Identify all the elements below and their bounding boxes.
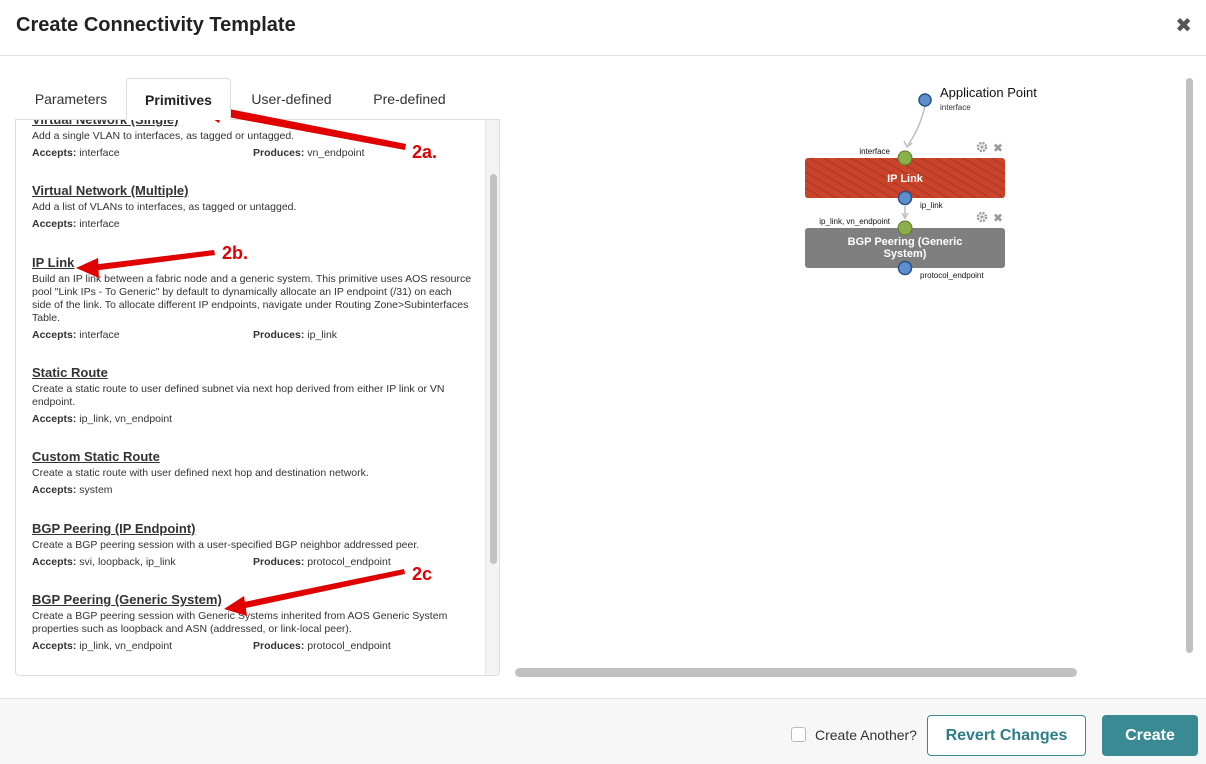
accepts-value: interface (79, 329, 120, 341)
app-point-title: Application Point (940, 85, 1037, 100)
tab-user-defined[interactable]: User-defined (231, 78, 352, 120)
close-icon[interactable]: ✖ (1175, 14, 1192, 38)
bgp-output-label: protocol_endpoint (920, 271, 984, 280)
produces-label: Produces: (253, 556, 305, 568)
primitive-description: Create a BGP peering session with Generi… (32, 610, 448, 635)
primitives-list[interactable]: Virtual Network (Single) Add a single VL… (16, 120, 486, 675)
app-point-port[interactable] (918, 93, 932, 107)
canvas-vertical-scrollbar[interactable] (1186, 78, 1193, 653)
accepts-label: Accepts: (32, 329, 77, 341)
primitive-description: Add a list of VLANs to interfaces, as ta… (32, 201, 297, 213)
accepts-label: Accepts: (32, 218, 77, 230)
primitive-title-ip-link[interactable]: IP Link (32, 254, 74, 271)
gear-icon[interactable] (976, 211, 988, 223)
close-icon[interactable]: ✖ (993, 211, 1003, 225)
list-item: Static Route Create a static route to us… (16, 364, 486, 448)
list-item: Custom Static Route Create a static rout… (16, 448, 486, 520)
produces-value: protocol_endpoint (307, 640, 391, 652)
revert-changes-button[interactable]: Revert Changes (927, 715, 1086, 756)
dialog-header: Create Connectivity Template ✖ (0, 0, 1206, 56)
produces-label: Produces: (253, 147, 305, 159)
gear-icon[interactable] (976, 141, 988, 153)
accepts-label: Accepts: (32, 484, 77, 496)
list-item: BGP Peering (Generic System) Create a BG… (16, 591, 486, 671)
iplink-input-label: interface (859, 147, 890, 156)
create-another-checkbox[interactable] (791, 727, 806, 742)
bgp-input-port[interactable] (897, 220, 913, 236)
iplink-output-label: ip_link (920, 201, 944, 210)
dialog-footer: Create Another? Revert Changes Create (0, 698, 1206, 764)
bgp-output-port[interactable] (897, 260, 913, 276)
accepts-value: system (79, 484, 113, 496)
primitive-meta: Accepts: ip_link, vn_endpoint Produces: … (32, 640, 472, 653)
accepts-label: Accepts: (32, 147, 77, 159)
primitive-meta: Accepts: system (32, 484, 472, 497)
primitive-meta: Accepts: interface (32, 218, 472, 231)
iplink-input-port[interactable] (897, 150, 913, 166)
iplink-node-title: IP Link (887, 173, 924, 185)
produces-value: protocol_endpoint (307, 556, 391, 568)
create-button[interactable]: Create (1102, 715, 1198, 756)
tab-primitives[interactable]: Primitives (126, 78, 231, 120)
accepts-value: interface (79, 147, 120, 159)
primitive-description: Create a BGP peering session with a user… (32, 539, 420, 551)
produces-value: vn_endpoint (307, 147, 365, 159)
primitive-title-static-route[interactable]: Static Route (32, 364, 108, 381)
accepts-value: ip_link, vn_endpoint (79, 413, 173, 425)
produces-label: Produces: (253, 329, 305, 341)
annotation-label-2b: 2b. (222, 243, 249, 263)
bgp-node-title-line1: BGP Peering (Generic (848, 236, 963, 248)
create-another-label[interactable]: Create Another? (815, 727, 917, 743)
accepts-value: svi, loopback, ip_link (79, 556, 176, 568)
iplink-output-port[interactable] (897, 190, 913, 206)
tab-pre-defined[interactable]: Pre-defined (352, 78, 467, 120)
primitive-title-bgp-generic-system[interactable]: BGP Peering (Generic System) (32, 591, 222, 608)
close-icon[interactable]: ✖ (993, 141, 1003, 155)
primitive-meta: Accepts: interface Produces: vn_endpoint (32, 147, 472, 160)
accepts-label: Accepts: (32, 556, 77, 568)
edge-app-to-iplink (907, 105, 926, 146)
primitive-description: Add a single VLAN to interfaces, as tagg… (32, 130, 295, 142)
produces-value: ip_link (307, 329, 338, 341)
produces-label: Produces: (253, 640, 305, 652)
list-item: Virtual Network (Multiple) Add a list of… (16, 182, 486, 254)
tab-parameters[interactable]: Parameters (16, 78, 126, 120)
bgp-node-title-line2: System) (884, 248, 927, 260)
list-scrollbar[interactable] (485, 120, 499, 675)
accepts-value: interface (79, 218, 120, 230)
primitive-meta: Accepts: svi, loopback, ip_link Produces… (32, 556, 472, 569)
list-item: IP Link Build an IP link between a fabri… (16, 254, 486, 364)
dialog-title: Create Connectivity Template (16, 14, 296, 36)
accepts-label: Accepts: (32, 640, 77, 652)
primitive-meta: Accepts: interface Produces: ip_link (32, 329, 472, 342)
primitive-description: Create a static route with user defined … (32, 467, 369, 479)
list-scrollbar-thumb[interactable] (490, 174, 497, 564)
primitive-description: Build an IP link between a fabric node a… (32, 273, 472, 324)
primitive-title-vn-single[interactable]: Virtual Network (Single) (32, 120, 178, 128)
primitive-title-bgp-ip-endpoint[interactable]: BGP Peering (IP Endpoint) (32, 520, 195, 537)
primitive-meta: Accepts: ip_link, vn_endpoint (32, 413, 472, 426)
primitive-title-vn-multiple[interactable]: Virtual Network (Multiple) (32, 182, 189, 199)
canvas-horizontal-scrollbar[interactable] (515, 668, 1077, 677)
annotation-label-2c: 2c (412, 564, 433, 584)
annotation-label-2a: 2a. (412, 142, 438, 162)
accepts-label: Accepts: (32, 413, 77, 425)
primitive-title-custom-static-route[interactable]: Custom Static Route (32, 448, 160, 465)
app-point-sub: interface (940, 103, 971, 112)
accepts-value: ip_link, vn_endpoint (79, 640, 173, 652)
primitives-list-panel: Virtual Network (Single) Add a single VL… (15, 119, 500, 676)
bgp-input-label: ip_link, vn_endpoint (819, 217, 890, 226)
template-graph-canvas[interactable]: Application Point interface interface IP… (515, 78, 1195, 678)
primitive-description: Create a static route to user defined su… (32, 383, 445, 408)
